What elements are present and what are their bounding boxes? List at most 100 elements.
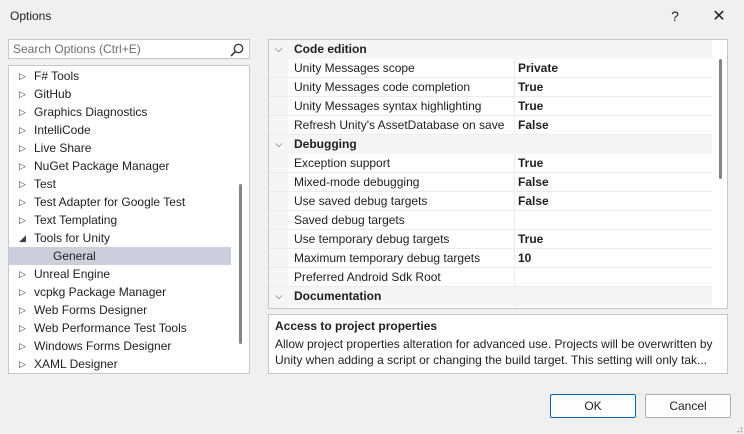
search-icon[interactable] [229, 42, 245, 58]
prop-value[interactable]: True [518, 154, 543, 173]
prop-name: Exception support [294, 156, 391, 170]
prop-value[interactable]: False [518, 192, 549, 211]
prop-mixed-mode-debugging[interactable]: Mixed-mode debugging False [269, 173, 712, 192]
expand-arrow-icon[interactable]: ▷ [19, 319, 31, 337]
expand-arrow-icon[interactable]: ▷ [19, 337, 31, 355]
expand-arrow-icon[interactable]: ▷ [19, 193, 31, 211]
expand-arrow-icon[interactable]: ▷ [19, 121, 31, 139]
prop-name: Use temporary debug targets [294, 232, 450, 246]
property-grid[interactable]: ⌵ Code edition Unity Messages scope Priv… [268, 39, 728, 309]
prop-name: Use saved debug targets [294, 194, 428, 208]
tree-scrollbar[interactable] [239, 184, 242, 344]
tree-item-unreal-engine[interactable]: ▷ Unreal Engine [9, 265, 231, 283]
search-input[interactable] [13, 42, 223, 56]
tree-item-general[interactable]: General [9, 247, 231, 265]
tree-item-github[interactable]: ▷ GitHub [9, 85, 231, 103]
cancel-button[interactable]: Cancel [645, 394, 731, 418]
expand-arrow-icon[interactable]: ▷ [19, 283, 31, 301]
prop-value[interactable]: False [518, 116, 549, 135]
prop-unity-messages-syntax-highlighting[interactable]: Unity Messages syntax highlighting True [269, 97, 712, 116]
tree-item-label: General [53, 249, 96, 263]
tree-item-label: Test Adapter for Google Test [34, 195, 186, 209]
tree-item-xaml-designer[interactable]: ▷ XAML Designer [9, 355, 231, 373]
category-documentation[interactable]: ⌵ Documentation [269, 287, 712, 306]
prop-value[interactable]: True [518, 230, 543, 249]
prop-value[interactable]: True [518, 97, 543, 116]
expand-arrow-icon[interactable]: ▷ [19, 85, 31, 103]
prop-value[interactable]: 10 [518, 249, 531, 268]
prop-exception-support[interactable]: Exception support True [269, 154, 712, 173]
prop-value[interactable]: True [518, 78, 543, 97]
tree-item-test-adapter-google[interactable]: ▷ Test Adapter for Google Test [9, 193, 231, 211]
tree-item-intellicode[interactable]: ▷ IntelliCode [9, 121, 231, 139]
tree-item-fsharp-tools[interactable]: ▷ F# Tools [9, 67, 231, 85]
tree-item-windows-forms-designer[interactable]: ▷ Windows Forms Designer [9, 337, 231, 355]
category-label: Code edition [294, 42, 367, 56]
description-text: Allow project properties alteration for … [275, 337, 713, 367]
expand-arrow-icon[interactable]: ▷ [19, 157, 31, 175]
tree-item-label: GitHub [34, 87, 72, 101]
close-icon[interactable]: ✕ [700, 0, 738, 32]
prop-unity-messages-code-completion[interactable]: Unity Messages code completion True [269, 78, 712, 97]
tree-item-web-forms-designer[interactable]: ▷ Web Forms Designer [9, 301, 231, 319]
prop-use-temporary-debug-targets[interactable]: Use temporary debug targets True [269, 230, 712, 249]
tree-item-label: F# Tools [34, 69, 80, 83]
prop-value[interactable]: Private [518, 59, 558, 78]
ok-button[interactable]: OK [550, 394, 636, 418]
tree-item-label: NuGet Package Manager [34, 159, 170, 173]
category-label: Documentation [294, 289, 382, 303]
tree-item-label: IntelliCode [34, 123, 91, 137]
tree-item-label: Windows Forms Designer [34, 339, 172, 353]
search-box[interactable] [8, 39, 250, 59]
prop-refresh-asset-database[interactable]: Refresh Unity's AssetDatabase on save Fa… [269, 116, 712, 135]
prop-value[interactable]: False [518, 173, 549, 192]
prop-name: Refresh Unity's AssetDatabase on save [294, 118, 505, 132]
description-panel: Access to project properties Allow proje… [268, 314, 728, 374]
tree-item-tools-for-unity[interactable]: ◢ Tools for Unity [9, 229, 231, 247]
prop-name: Saved debug targets [294, 213, 405, 227]
category-debugging[interactable]: ⌵ Debugging [269, 135, 712, 154]
expand-arrow-icon[interactable]: ▷ [19, 175, 31, 193]
expand-arrow-icon[interactable]: ▷ [19, 265, 31, 283]
category-code-edition[interactable]: ⌵ Code edition [269, 40, 712, 59]
tree-item-vcpkg[interactable]: ▷ vcpkg Package Manager [9, 283, 231, 301]
window-title: Options [10, 9, 52, 23]
tree-item-nuget[interactable]: ▷ NuGet Package Manager [9, 157, 231, 175]
prop-use-saved-debug-targets[interactable]: Use saved debug targets False [269, 192, 712, 211]
category-label: Debugging [294, 137, 357, 151]
collapse-arrow-icon[interactable]: ◢ [19, 229, 31, 247]
tree-item-test[interactable]: ▷ Test [9, 175, 231, 193]
expand-arrow-icon[interactable]: ▷ [19, 139, 31, 157]
options-tree[interactable]: ▷ F# Tools ▷ GitHub ▷ Graphics Diagnosti… [8, 65, 250, 374]
tree-item-label: Test [34, 177, 57, 191]
resize-grip-icon[interactable] [735, 425, 743, 433]
collapse-chevron-icon[interactable]: ⌵ [275, 287, 283, 306]
grid-scrollbar[interactable] [719, 59, 722, 179]
tree-item-label: Live Share [34, 141, 92, 155]
expand-arrow-icon[interactable]: ▷ [19, 103, 31, 121]
prop-preferred-android-sdk-root[interactable]: Preferred Android Sdk Root [269, 268, 712, 287]
prop-max-temporary-debug-targets[interactable]: Maximum temporary debug targets 10 [269, 249, 712, 268]
tree-item-live-share[interactable]: ▷ Live Share [9, 139, 231, 157]
help-icon[interactable]: ? [656, 0, 694, 32]
expand-arrow-icon[interactable]: ▷ [19, 211, 31, 229]
description-title: Access to project properties [275, 319, 438, 333]
prop-name: Unity Messages code completion [294, 80, 471, 94]
tree-item-web-performance-test[interactable]: ▷ Web Performance Test Tools [9, 319, 231, 337]
tree-item-label: XAML Designer [34, 357, 118, 371]
tree-item-label: Tools for Unity [34, 231, 111, 245]
prop-unity-messages-scope[interactable]: Unity Messages scope Private [269, 59, 712, 78]
title-bar: Options ? ✕ [0, 0, 744, 32]
expand-arrow-icon[interactable]: ▷ [19, 67, 31, 85]
tree-item-graphics-diagnostics[interactable]: ▷ Graphics Diagnostics [9, 103, 231, 121]
tree-item-label: Text Templating [34, 213, 118, 227]
prop-saved-debug-targets[interactable]: Saved debug targets [269, 211, 712, 230]
tree-item-label: Web Performance Test Tools [34, 321, 187, 335]
tree-item-text-templating[interactable]: ▷ Text Templating [9, 211, 231, 229]
tree-item-label: Graphics Diagnostics [34, 105, 148, 119]
collapse-chevron-icon[interactable]: ⌵ [275, 40, 283, 59]
expand-arrow-icon[interactable]: ▷ [19, 301, 31, 319]
expand-arrow-icon[interactable]: ▷ [19, 355, 31, 373]
prop-name: Unity Messages scope [294, 61, 415, 75]
collapse-chevron-icon[interactable]: ⌵ [275, 135, 283, 154]
